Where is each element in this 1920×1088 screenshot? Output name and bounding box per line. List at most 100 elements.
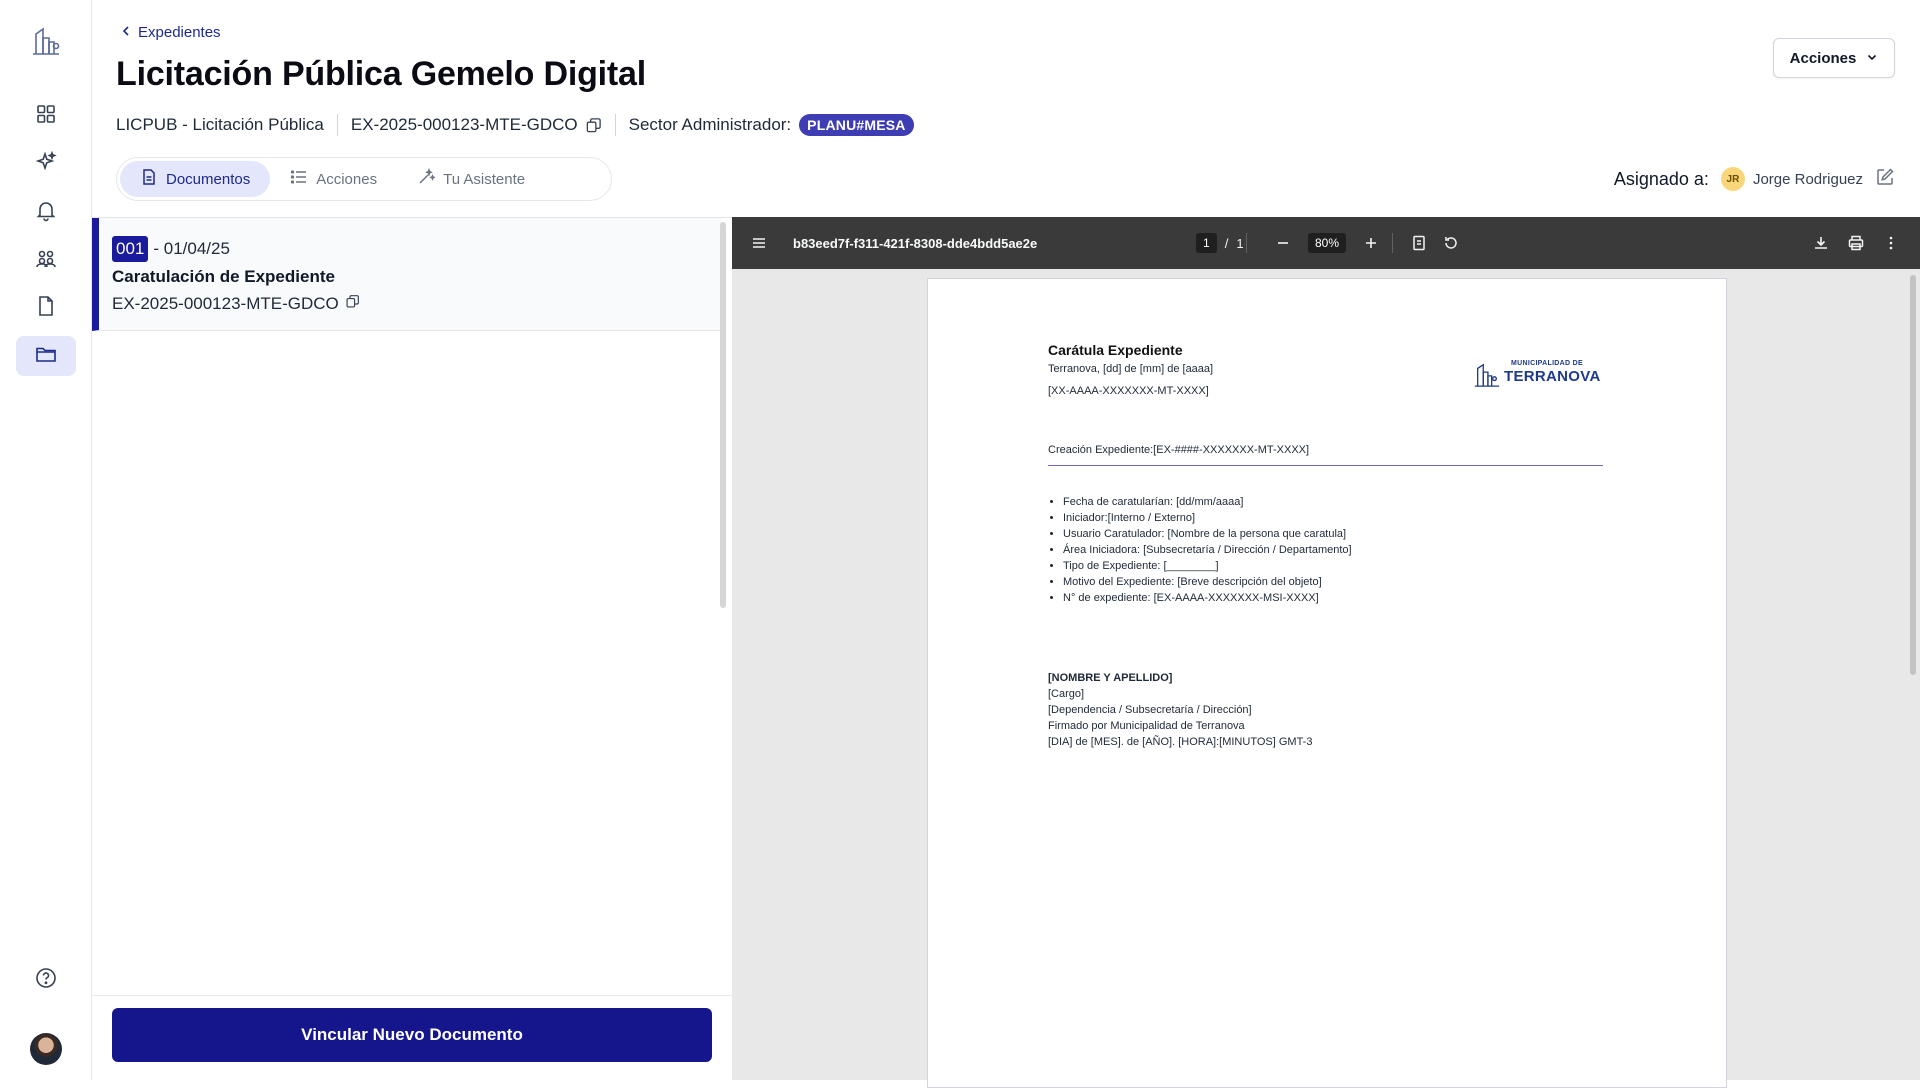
- document-title: Caratulación de Expediente: [112, 267, 335, 286]
- tab-documentos[interactable]: Documentos: [120, 161, 271, 197]
- documents-footer: Vincular Nuevo Documento: [92, 995, 732, 1081]
- nav-ai-assistant[interactable]: [16, 144, 76, 184]
- viewer-scrollbar[interactable]: [1910, 275, 1916, 675]
- rotate-icon[interactable]: [1442, 217, 1460, 269]
- page-title: Licitación Pública Gemelo Digital: [116, 55, 646, 93]
- pdf-heading: Carátula Expediente: [1048, 342, 1183, 358]
- document-number-row: 001 - 01/04/25: [112, 236, 230, 262]
- assignee-avatar: JR: [1720, 167, 1745, 191]
- acciones-label: Acciones: [1789, 49, 1857, 67]
- tab-label: Documentos: [166, 170, 251, 188]
- document-code: EX-2025-000123-MTE-GDCO: [112, 294, 339, 313]
- list-icon: [290, 168, 308, 190]
- list-item: Área Iniciadora: [Subsecretaría / Direcc…: [1063, 542, 1352, 558]
- expediente-code: EX-2025-000123-MTE-GDCO: [350, 115, 578, 134]
- nav-expedientes[interactable]: [16, 336, 76, 376]
- list-item: Iniciador:[Interno / Externo]: [1063, 510, 1352, 526]
- pdf-page: Carátula Expediente Terranova, [dd] de […: [927, 278, 1727, 1088]
- magic-wand-icon: [417, 167, 437, 190]
- nav-dashboard[interactable]: [16, 96, 76, 136]
- signed-by: Firmado por Municipalidad de Terranova: [1048, 720, 1245, 732]
- list-item: N° de expediente: [EX-AAAA-XXXXXXX-MSI-X…: [1063, 590, 1352, 606]
- logo-city-text: TERRANOVA: [1504, 368, 1601, 385]
- sign-timestamp: [DIA] de [MES]. de [AÑO]. [HORA]:[MINUTO…: [1048, 736, 1313, 748]
- signer-dependency: [Dependencia / Subsecretaría / Dirección…: [1048, 704, 1252, 716]
- documents-panel: 001 - 01/04/25 Caratulación de Expedient…: [92, 217, 732, 1081]
- zoom-in-icon[interactable]: [1362, 217, 1380, 269]
- sector-label: Sector Administrador:: [628, 115, 792, 134]
- list-item: Usuario Caratulador: [Nombre de la perso…: [1063, 526, 1352, 542]
- zoom-out-icon[interactable]: [1274, 217, 1292, 269]
- pdf-reference: [XX-AAAA-XXXXXXX-MT-XXXX]: [1048, 385, 1209, 397]
- nav-notifications[interactable]: [16, 192, 76, 232]
- tab-tu-asistente[interactable]: Tu Asistente: [397, 161, 545, 197]
- document-code-row: EX-2025-000123-MTE-GDCO: [112, 294, 360, 314]
- pdf-file-name: b83eed7f-f311-421f-8308-dde4bdd5ae2e: [793, 235, 1038, 251]
- logo-top-text: MUNICIPALIDAD DE: [1511, 360, 1583, 367]
- document-number-badge: 001: [112, 236, 149, 262]
- expediente-type: LICPUB - Licitación Pública: [116, 115, 324, 134]
- fit-page-icon[interactable]: [1410, 217, 1428, 269]
- terranova-logo: MUNICIPALIDAD DE TERRANOVA: [1473, 359, 1608, 389]
- vincular-nuevo-documento-button[interactable]: Vincular Nuevo Documento: [112, 1008, 712, 1062]
- total-pages: 1: [1236, 235, 1244, 251]
- sector-badge: PLANU#MESA: [799, 114, 914, 136]
- folder-icon: [34, 342, 58, 371]
- divider: [614, 114, 616, 136]
- list-item: Tipo de Expediente: [________]: [1063, 558, 1352, 574]
- pdf-toolbar: b83eed7f-f311-421f-8308-dde4bdd5ae2e 1 /…: [732, 217, 1920, 269]
- bell-icon: [34, 198, 58, 227]
- copy-icon[interactable]: [585, 117, 602, 134]
- users-group-icon: [34, 246, 58, 275]
- expediente-meta: LICPUB - Licitación Pública EX-2025-0001…: [116, 112, 914, 138]
- view-tabs: Documentos Acciones Tu Asistente: [116, 157, 612, 201]
- menu-icon[interactable]: [750, 217, 768, 269]
- document-date: - 01/04/25: [153, 239, 230, 258]
- page-input[interactable]: 1: [1196, 233, 1217, 253]
- grid-icon: [34, 102, 58, 131]
- tab-label: Acciones: [316, 170, 378, 188]
- sidebar-rail: [0, 0, 92, 1080]
- document-icon: [34, 294, 58, 323]
- list-item: Fecha de caratularían: [dd/mm/aaaa]: [1063, 494, 1352, 510]
- pdf-creation: Creación Expediente:[EX-####-XXXXXXX-MT-…: [1048, 444, 1310, 456]
- pdf-viewer: b83eed7f-f311-421f-8308-dde4bdd5ae2e 1 /…: [732, 217, 1920, 1088]
- assigned-to: Asignado a: JR Jorge Rodriguez: [1614, 166, 1895, 192]
- help-circle-icon: [34, 966, 58, 995]
- toolbar-divider: [1392, 233, 1393, 253]
- nav-documents[interactable]: [16, 288, 76, 328]
- list-item: Motivo del Expediente: [Breve descripció…: [1063, 574, 1352, 590]
- app-logo-icon[interactable]: [30, 26, 62, 56]
- chevron-down-icon: [1866, 50, 1878, 67]
- chevron-left-icon: [120, 24, 132, 41]
- back-link-label: Expedientes: [138, 24, 221, 41]
- assignee-name: Jorge Rodriguez: [1752, 170, 1863, 188]
- acciones-dropdown-button[interactable]: Acciones: [1773, 38, 1895, 78]
- nav-help[interactable]: [16, 960, 76, 1000]
- back-link-expedientes[interactable]: Expedientes: [120, 24, 221, 41]
- copy-icon[interactable]: [345, 294, 360, 314]
- zoom-level[interactable]: 80%: [1308, 217, 1347, 269]
- signer-role: [Cargo]: [1048, 688, 1085, 700]
- page-indicator: 1 / 1: [1196, 217, 1244, 269]
- tab-acciones[interactable]: Acciones: [270, 161, 397, 197]
- pdf-divider: [1048, 465, 1603, 466]
- pdf-details-list: Fecha de caratularían: [dd/mm/aaaa] Inic…: [1063, 494, 1352, 606]
- page-separator: /: [1224, 235, 1229, 251]
- pdf-signature-block: [NOMBRE Y APELLIDO] [Cargo] [Dependencia…: [1048, 670, 1312, 750]
- edit-icon[interactable]: [1871, 167, 1895, 191]
- more-options-icon[interactable]: [1882, 217, 1900, 269]
- document-list-item[interactable]: 001 - 01/04/25 Caratulación de Expedient…: [92, 218, 721, 331]
- user-avatar[interactable]: [30, 1033, 62, 1065]
- download-icon[interactable]: [1812, 217, 1830, 269]
- assigned-label: Asignado a:: [1613, 168, 1709, 189]
- pdf-place-date: Terranova, [dd] de [mm] de [aaaa]: [1048, 363, 1214, 375]
- tab-label: Tu Asistente: [443, 170, 526, 188]
- divider: [336, 114, 338, 136]
- toolbar-divider: [1246, 233, 1247, 253]
- document-icon: [140, 168, 158, 190]
- nav-teams[interactable]: [16, 240, 76, 280]
- print-icon[interactable]: [1847, 217, 1865, 269]
- zoom-value: 80%: [1308, 233, 1347, 253]
- list-scrollbar[interactable]: [720, 222, 726, 608]
